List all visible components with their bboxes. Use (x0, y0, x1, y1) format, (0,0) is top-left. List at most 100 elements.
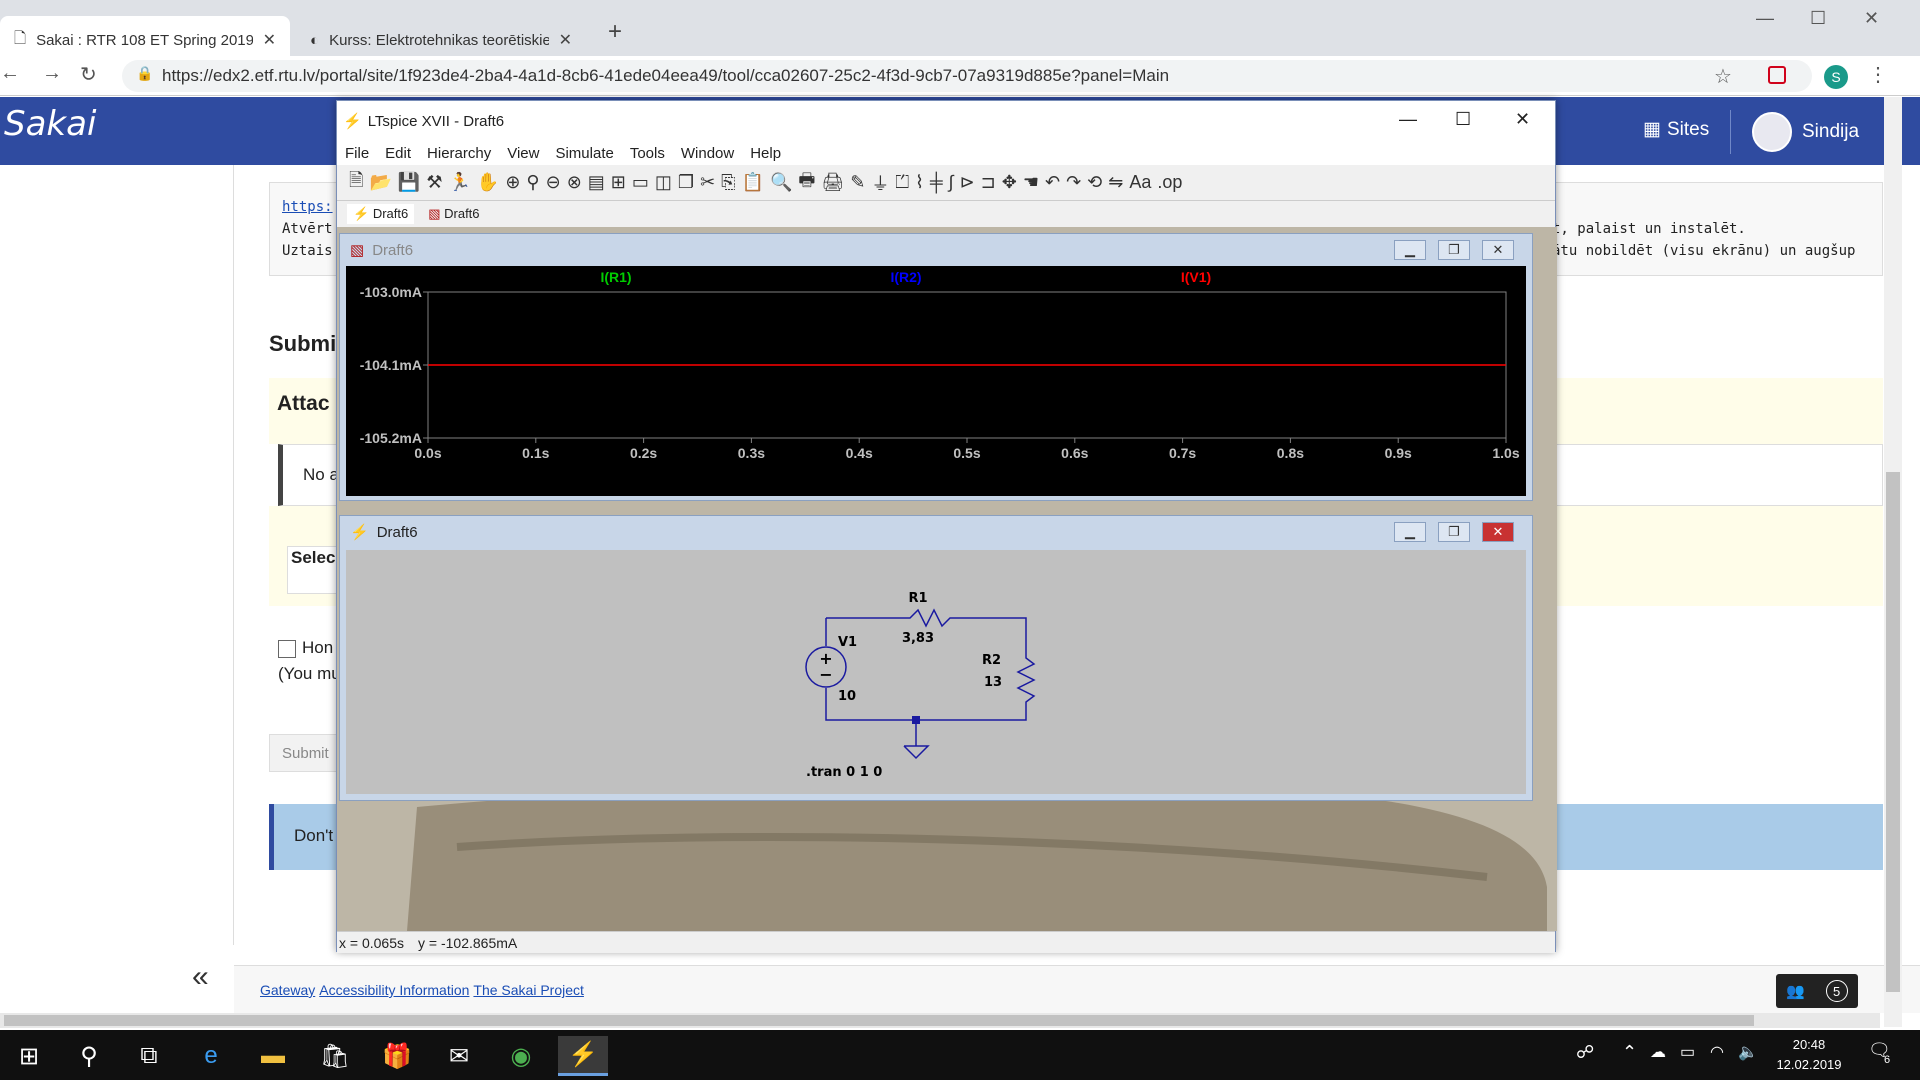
close-icon[interactable]: ✕ (1482, 522, 1514, 542)
r1-name[interactable]: R1 (908, 591, 927, 606)
zoom-fit-icon[interactable]: ⊗ (567, 172, 582, 193)
component-icon[interactable]: ⊐ (981, 172, 996, 193)
waveform-plot[interactable]: I(R1) I(R2) I(V1) 0.0s 0.1s 0.2s 0.3s 0.4s 0.5s 0… (346, 266, 1526, 496)
draw-wire-icon[interactable]: ✎ (850, 172, 865, 193)
open-icon[interactable]: 📂 (369, 172, 391, 193)
tile-vertical-icon[interactable]: ◫ (655, 172, 672, 193)
doc-tab-waveform[interactable]: ▧ Draft6 (422, 204, 485, 224)
honor-checkbox[interactable] (278, 640, 296, 658)
ground-icon[interactable]: ⏚ (871, 170, 889, 196)
battery-icon[interactable]: ▭ (1680, 1042, 1695, 1062)
move-icon[interactable]: ✥ (1002, 172, 1017, 193)
store-icon[interactable]: 🛍 (310, 1036, 360, 1076)
zoom-out-icon[interactable]: ⊖ (546, 172, 561, 193)
new-schematic-icon[interactable]: 🗎 (349, 168, 363, 198)
task-view-icon[interactable]: ⧉ (124, 1036, 174, 1076)
file-explorer-icon[interactable]: ▬ (248, 1036, 298, 1076)
pan-icon[interactable]: ⚲ (526, 172, 539, 193)
zoom-in-icon[interactable]: ⊕ (505, 172, 520, 193)
new-tab-icon[interactable]: + (608, 18, 622, 46)
sites-button[interactable]: ▦ Sites (1643, 118, 1709, 141)
vertical-scrollbar[interactable] (1884, 97, 1902, 1027)
star-icon[interactable]: ☆ (1714, 64, 1732, 89)
clock[interactable]: 20:48 12.02.2019 (1770, 1035, 1848, 1075)
halt-icon[interactable]: ✋ (477, 172, 499, 193)
cascade-icon[interactable]: ❐ (678, 172, 694, 193)
schematic-canvas[interactable]: + − R1 3,83 R2 13 V1 10 .tran 0 1 0 (346, 550, 1526, 794)
close-icon[interactable]: ✕ (1482, 240, 1514, 260)
maximize-icon[interactable]: ☐ (1455, 109, 1471, 130)
url-input[interactable]: 🔒 https://edx2.etf.rtu.lv/portal/site/1f… (122, 60, 1812, 92)
menu-help[interactable]: Help (742, 145, 789, 162)
v1-name[interactable]: V1 (838, 635, 857, 650)
menu-edit[interactable]: Edit (377, 145, 419, 162)
print-icon[interactable]: 🖶 (798, 168, 815, 198)
v1-value[interactable]: 10 (838, 689, 856, 704)
save-icon[interactable]: 💾 (398, 172, 420, 193)
ltspice-taskbar-icon[interactable]: ⚡ (558, 1036, 608, 1076)
r2-name[interactable]: R2 (982, 653, 1001, 668)
chevron-up-icon[interactable]: ⌃ (1622, 1042, 1637, 1063)
search-icon[interactable]: ⚲ (64, 1036, 114, 1076)
menu-tools[interactable]: Tools (622, 145, 673, 162)
minimize-icon[interactable]: — (1756, 8, 1774, 29)
control-panel-icon[interactable]: ⚒ (426, 172, 442, 193)
windows-start-icon[interactable]: ⊞ (4, 1036, 54, 1076)
maximize-icon[interactable]: ❐ (1438, 240, 1470, 260)
close-tab-icon[interactable]: ✕ (559, 30, 572, 50)
menu-hierarchy[interactable]: Hierarchy (419, 145, 499, 162)
close-icon[interactable]: ✕ (1515, 109, 1530, 130)
info-link[interactable]: https: (282, 199, 333, 215)
user-menu[interactable]: Sindija (1752, 112, 1859, 152)
menu-simulate[interactable]: Simulate (547, 145, 621, 162)
run-icon[interactable]: 🏃 (448, 172, 470, 193)
vscroll-thumb[interactable] (1886, 472, 1900, 992)
footer-link-sakai-project[interactable]: The Sakai Project (473, 982, 584, 998)
edge-icon[interactable]: e (186, 1036, 236, 1076)
text-icon[interactable]: Aa (1129, 172, 1151, 193)
print-setup-icon[interactable]: 🖨 (821, 172, 844, 193)
copy-icon[interactable]: ⎘ (721, 172, 735, 193)
chat-button[interactable]: 👥 5 (1776, 974, 1858, 1008)
minimize-icon[interactable]: ▁ (1394, 240, 1426, 260)
gift-icon[interactable]: 🎁 (372, 1036, 422, 1076)
close-icon[interactable]: ✕ (1864, 8, 1879, 29)
doc-tab-schematic[interactable]: ⚡ Draft6 (347, 204, 415, 224)
rotate-icon[interactable]: ⟲ (1087, 172, 1102, 193)
menu-view[interactable]: View (499, 145, 547, 162)
find-icon[interactable]: 🔍 (770, 172, 792, 193)
security-icon[interactable]: ☁ (1650, 1042, 1666, 1062)
menu-window[interactable]: Window (673, 145, 742, 162)
autorange-icon[interactable]: ▤ (588, 172, 605, 193)
capacitor-icon[interactable]: ╪ (930, 172, 943, 193)
wifi-icon[interactable]: ◠ (1710, 1042, 1724, 1062)
spice-directive[interactable]: .tran 0 1 0 (806, 765, 882, 780)
minimize-icon[interactable]: — (1399, 109, 1417, 130)
mirror-icon[interactable]: ⇋ (1108, 172, 1123, 193)
minimize-icon[interactable]: ▁ (1394, 522, 1426, 542)
drag-icon[interactable]: ☚ (1023, 172, 1039, 193)
volume-icon[interactable]: 🔈 (1738, 1042, 1758, 1062)
label-net-icon[interactable]: ⏍ (895, 172, 909, 193)
view-grid-icon[interactable]: ⊞ (611, 172, 626, 193)
close-tab-icon[interactable]: ✕ (263, 30, 276, 50)
menu-icon[interactable]: ⋮ (1868, 62, 1888, 87)
menu-file[interactable]: File (337, 145, 377, 162)
spice-directive-icon[interactable]: .op (1157, 172, 1182, 193)
chrome-icon[interactable]: ◉ (496, 1036, 546, 1076)
resistor-icon[interactable]: ⌇ (915, 172, 924, 193)
paste-icon[interactable]: 📋 (742, 172, 764, 193)
maximize-icon[interactable]: ❐ (1438, 522, 1470, 542)
inductor-icon[interactable]: ∫ (949, 172, 954, 193)
mail-icon[interactable]: ✉ (434, 1036, 484, 1076)
horizontal-scrollbar[interactable] (0, 1013, 1880, 1028)
maximize-icon[interactable]: ☐ (1810, 8, 1826, 29)
collapse-sidebar-button[interactable]: « (192, 960, 209, 994)
scrollbar-thumb[interactable] (4, 1015, 1754, 1026)
cut-icon[interactable]: ✂ (700, 172, 715, 193)
diode-icon[interactable]: ⊳ (960, 172, 975, 193)
r1-value[interactable]: 3,83 (902, 631, 934, 646)
forward-icon[interactable]: → (42, 62, 62, 85)
people-icon[interactable]: ☍ (1576, 1042, 1594, 1063)
undo-icon[interactable]: ↶ (1045, 172, 1060, 193)
